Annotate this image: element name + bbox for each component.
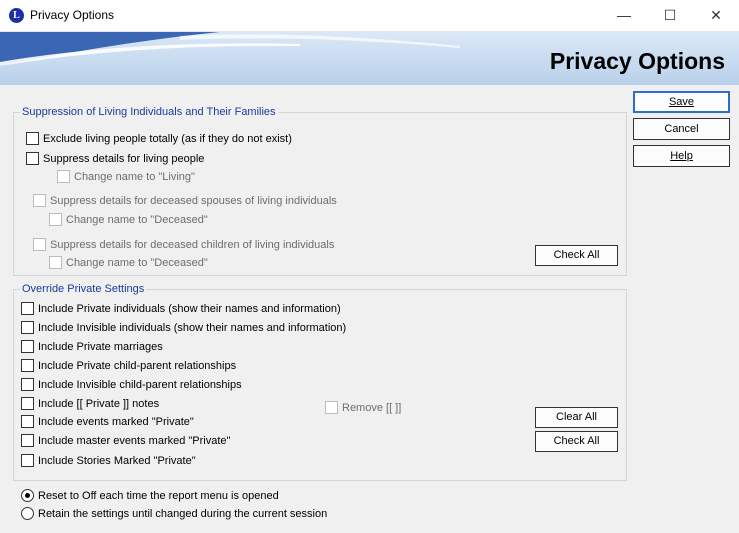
- remove-brackets-checkbox[interactable]: Remove [[ ]]: [325, 401, 401, 414]
- suppression-legend: Suppression of Living Individuals and Th…: [20, 106, 278, 118]
- suppression-check-all-button[interactable]: Check All: [535, 245, 618, 266]
- include-private-events-checkbox[interactable]: Include events marked "Private": [21, 415, 194, 428]
- override-check-all-button[interactable]: Check All: [535, 431, 618, 452]
- help-button[interactable]: Help: [633, 145, 730, 167]
- change-name-deceased-spouses-checkbox[interactable]: Change name to "Deceased": [49, 213, 208, 226]
- include-invisible-child-parent-checkbox[interactable]: Include Invisible child-parent relations…: [21, 378, 242, 391]
- radio-empty-dot: [21, 507, 34, 520]
- suppress-deceased-children-checkbox[interactable]: Suppress details for deceased children o…: [33, 238, 334, 251]
- suppress-living-details-checkbox[interactable]: Suppress details for living people: [26, 152, 204, 165]
- minimize-icon[interactable]: —: [601, 0, 647, 31]
- include-private-individuals-checkbox[interactable]: Include Private individuals (show their …: [21, 302, 341, 315]
- title-bar: L Privacy Options — ☐ ✕: [0, 0, 739, 32]
- change-name-deceased-children-checkbox[interactable]: Change name to "Deceased": [49, 256, 208, 269]
- reset-off-radio[interactable]: Reset to Off each time the report menu i…: [21, 489, 279, 502]
- suppress-deceased-spouses-checkbox[interactable]: Suppress details for deceased spouses of…: [33, 194, 337, 207]
- app-logo-icon: L: [9, 8, 24, 23]
- close-icon[interactable]: ✕: [693, 0, 739, 31]
- change-name-living-checkbox[interactable]: Change name to "Living": [57, 170, 195, 183]
- exclude-living-checkbox[interactable]: Exclude living people totally (as if the…: [26, 132, 292, 145]
- override-legend: Override Private Settings: [20, 283, 147, 295]
- page-title: Privacy Options: [549, 48, 725, 74]
- maximize-icon[interactable]: ☐: [647, 0, 693, 31]
- include-private-child-parent-checkbox[interactable]: Include Private child-parent relationshi…: [21, 359, 236, 372]
- include-private-marriages-checkbox[interactable]: Include Private marriages: [21, 340, 163, 353]
- header-banner: Privacy Options: [0, 32, 739, 85]
- cancel-button[interactable]: Cancel: [633, 118, 730, 140]
- include-invisible-individuals-checkbox[interactable]: Include Invisible individuals (show thei…: [21, 321, 346, 334]
- radio-selected-dot: [21, 489, 34, 502]
- retain-settings-radio[interactable]: Retain the settings until changed during…: [21, 507, 327, 520]
- save-button[interactable]: Save: [633, 91, 730, 113]
- clear-all-button[interactable]: Clear All: [535, 407, 618, 428]
- include-private-master-events-checkbox[interactable]: Include master events marked "Private": [21, 434, 230, 447]
- include-private-notes-checkbox[interactable]: Include [[ Private ]] notes: [21, 397, 159, 410]
- window-title: Privacy Options: [30, 8, 115, 22]
- include-private-stories-checkbox[interactable]: Include Stories Marked "Private": [21, 454, 196, 467]
